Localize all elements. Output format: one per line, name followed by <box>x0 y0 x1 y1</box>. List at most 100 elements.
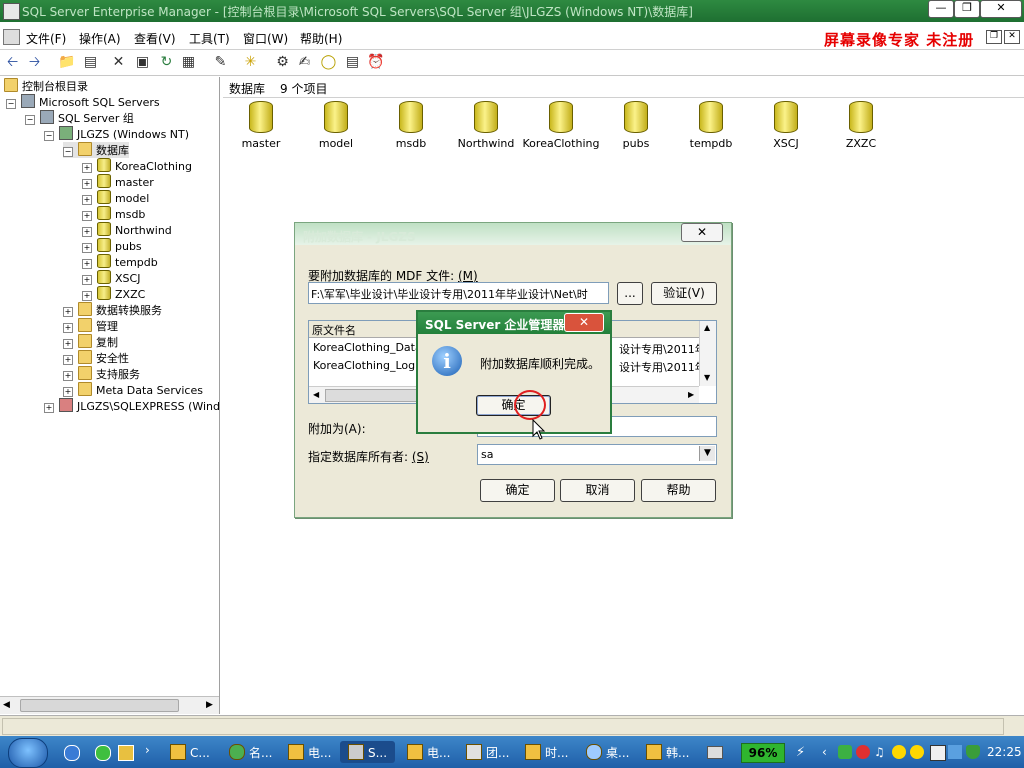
quicklaunch-more-icon[interactable]: › <box>145 743 150 757</box>
tree-root[interactable]: 控制台根目录 <box>4 78 88 94</box>
tree-instance[interactable]: − JLGZS (Windows NT) <box>44 126 189 142</box>
cpu-percent-indicator[interactable]: 96% <box>741 743 785 763</box>
taskbar-item[interactable]: C... <box>170 744 210 760</box>
menu-window[interactable]: 窗口(W) <box>243 30 288 47</box>
file-row-path[interactable]: 设计专用\2011年! <box>619 341 710 357</box>
ok-button[interactable]: 确定 <box>480 479 555 502</box>
verify-button[interactable]: 验证(V) <box>651 282 717 305</box>
mdi-close-button[interactable]: ✕ <box>1004 30 1020 44</box>
new-login-icon[interactable]: ✍ <box>296 54 313 71</box>
menu-action[interactable]: 操作(A) <box>79 30 121 47</box>
expand-icon[interactable]: + <box>82 243 92 253</box>
menu-help[interactable]: 帮助(H) <box>300 30 342 47</box>
expand-icon[interactable]: + <box>82 163 92 173</box>
scroll-up-icon[interactable]: ▲ <box>704 323 710 332</box>
expand-icon[interactable]: + <box>63 371 73 381</box>
tree-db-item[interactable]: + pubs <box>82 238 142 254</box>
forward-icon[interactable]: 🡢 <box>26 54 43 71</box>
tree-group[interactable]: − SQL Server 组 <box>25 110 134 126</box>
message-close-button[interactable]: ✕ <box>564 313 604 332</box>
job-icon[interactable]: ⏰ <box>367 54 384 71</box>
tree-servers[interactable]: − Microsoft SQL Servers <box>6 94 160 110</box>
tree-folder-item[interactable]: + 安全性 <box>63 350 129 366</box>
tree-db-item[interactable]: + msdb <box>82 206 145 222</box>
listview-vertical-scrollbar[interactable]: ▲ ▼ <box>699 321 716 386</box>
scroll-right-icon[interactable]: ▶ <box>206 700 213 710</box>
mdi-restore-button[interactable]: ❐ <box>986 30 1002 44</box>
restore-button[interactable]: ❐ <box>954 0 980 18</box>
scroll-down-icon[interactable]: ▼ <box>704 373 710 382</box>
power-icon[interactable]: ⚡ <box>796 745 805 760</box>
dialog-close-button[interactable]: ✕ <box>681 223 723 242</box>
scroll-left-icon[interactable]: ◀ <box>3 700 10 710</box>
db-icon-item[interactable]: tempdb <box>676 101 746 150</box>
db-icon-item[interactable]: master <box>226 101 296 150</box>
scroll-left-icon[interactable]: ◀ <box>313 390 319 399</box>
tree-horizontal-scrollbar[interactable]: ◀ ▶ <box>0 696 219 714</box>
expand-icon[interactable]: + <box>63 323 73 333</box>
tree-folder-item[interactable]: + 复制 <box>63 334 118 350</box>
keyboard-icon[interactable] <box>707 746 723 759</box>
tree-db-item[interactable]: + XSCJ <box>82 270 140 286</box>
expand-icon[interactable]: + <box>82 259 92 269</box>
help-doc-icon[interactable]: ✎ <box>212 54 229 71</box>
quicklaunch-desktop-icon[interactable] <box>118 745 134 761</box>
taskbar-item[interactable]: 电... <box>288 744 331 761</box>
tree-folder-item[interactable]: + 数据转换服务 <box>63 302 162 318</box>
register-server-icon[interactable]: ⚙ <box>274 54 291 71</box>
new-database-icon[interactable]: ◯ <box>320 54 337 71</box>
tray-expand-icon[interactable]: ‹ <box>822 745 827 759</box>
taskbar-item[interactable]: 时... <box>525 744 568 761</box>
quicklaunch-ie-icon[interactable] <box>64 745 80 761</box>
db-icon-item[interactable]: pubs <box>601 101 671 150</box>
browse-button[interactable]: ... <box>617 282 643 305</box>
taskbar-item[interactable]: 桌... <box>586 744 629 761</box>
expand-icon[interactable]: + <box>63 355 73 365</box>
export-list-icon[interactable]: ▦ <box>180 54 197 71</box>
tray-antivirus-icon[interactable] <box>856 745 870 759</box>
minimize-button[interactable]: — <box>928 0 954 18</box>
tree-db-item[interactable]: + Northwind <box>82 222 172 238</box>
tree-db-item[interactable]: + master <box>82 174 154 190</box>
start-button[interactable] <box>8 738 48 768</box>
properties-icon[interactable]: ▣ <box>134 54 151 71</box>
expand-icon[interactable]: + <box>82 179 92 189</box>
help-button[interactable]: 帮助 <box>641 479 716 502</box>
scroll-thumb[interactable] <box>325 389 427 402</box>
close-button[interactable]: ✕ <box>980 0 1022 18</box>
qq-icon[interactable] <box>892 745 906 759</box>
tree-db-item[interactable]: + KoreaClothing <box>82 158 192 174</box>
collapse-icon[interactable]: − <box>63 147 73 157</box>
tree-databases-folder[interactable]: − 数据库 <box>63 142 129 158</box>
refresh-icon[interactable]: ↻ <box>158 54 175 71</box>
tree-folder-item[interactable]: + 支持服务 <box>63 366 140 382</box>
collapse-icon[interactable]: − <box>44 131 54 141</box>
network-icon[interactable] <box>930 745 946 761</box>
taskbar-item[interactable]: 电... <box>407 744 450 761</box>
taskbar-item[interactable]: 韩... <box>646 744 689 761</box>
cancel-button[interactable]: 取消 <box>560 479 635 502</box>
tray-app-icon[interactable] <box>838 745 852 759</box>
taskbar-item[interactable]: 名... <box>229 744 272 761</box>
tree-db-item[interactable]: + tempdb <box>82 254 158 270</box>
back-icon[interactable]: 🡠 <box>4 54 21 71</box>
taskbar-item[interactable]: 团... <box>466 744 509 761</box>
db-icon-item[interactable]: model <box>301 101 371 150</box>
clock[interactable]: 22:25 <box>987 745 1022 759</box>
shield-icon[interactable] <box>966 745 980 759</box>
tray-window-icon[interactable] <box>948 745 962 759</box>
menu-view[interactable]: 查看(V) <box>134 30 176 47</box>
owner-select[interactable]: sa ▼ <box>477 444 717 465</box>
collapse-icon[interactable]: − <box>25 115 35 125</box>
wizard-icon[interactable]: ✳ <box>242 54 259 71</box>
expand-icon[interactable]: + <box>63 307 73 317</box>
expand-icon[interactable]: + <box>82 275 92 285</box>
db-icon-item[interactable]: KoreaClothing <box>521 101 601 150</box>
tree-instance-2[interactable]: + JLGZS\SQLEXPRESS (Windows NT) <box>44 398 219 414</box>
expand-icon[interactable]: + <box>82 291 92 301</box>
db-icon-item[interactable]: XSCJ <box>751 101 821 150</box>
chevron-down-icon[interactable]: ▼ <box>699 446 715 461</box>
file-row-path[interactable]: 设计专用\2011年! <box>619 359 710 375</box>
tree-db-item[interactable]: + ZXZC <box>82 286 145 302</box>
menu-tools[interactable]: 工具(T) <box>189 30 230 47</box>
